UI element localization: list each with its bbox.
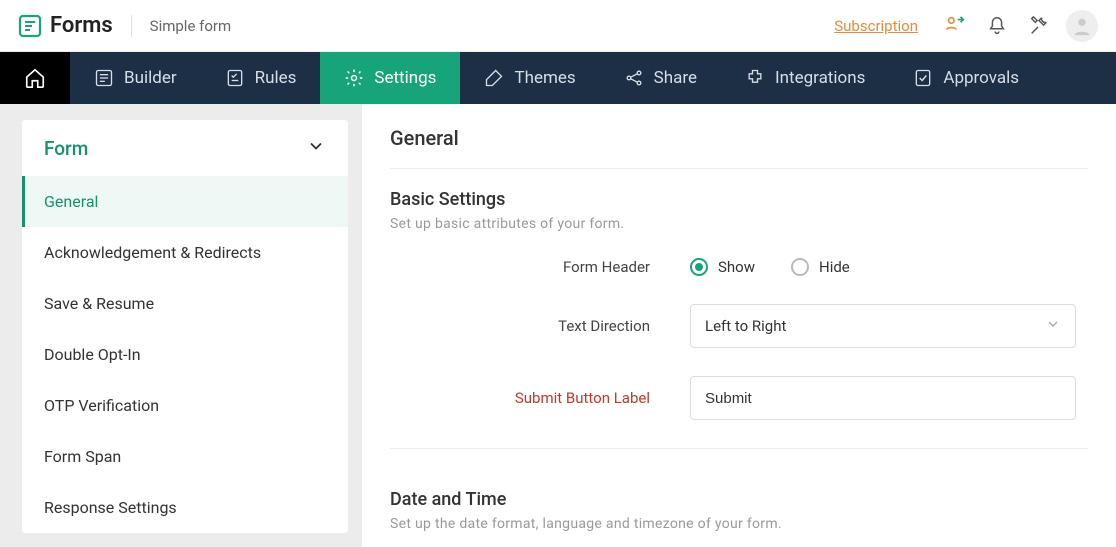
chevron-down-icon bbox=[1045, 316, 1061, 336]
themes-icon bbox=[484, 68, 504, 88]
rules-icon bbox=[225, 68, 245, 88]
nav-tab-label: Integrations bbox=[775, 68, 865, 88]
sidebar-item-label: Response Settings bbox=[44, 498, 177, 517]
sidebar-item-label: Acknowledgement & Redirects bbox=[44, 243, 261, 262]
tools-icon[interactable] bbox=[1018, 5, 1060, 47]
nav-tab-integrations[interactable]: Integrations bbox=[721, 52, 889, 104]
sidebar-item-label: Form Span bbox=[44, 447, 121, 466]
form-header-radio-group: Show Hide bbox=[690, 258, 1088, 276]
nav-tab-label: Share bbox=[654, 68, 697, 88]
radio-form-header-show[interactable]: Show bbox=[690, 258, 755, 276]
nav-tab-label: Approvals bbox=[943, 68, 1019, 88]
share-icon bbox=[624, 68, 644, 88]
brand-name: Forms bbox=[50, 13, 113, 38]
nav-home[interactable] bbox=[0, 52, 70, 104]
builder-icon bbox=[94, 68, 114, 88]
sidebar-item-double-optin[interactable]: Double Opt-In bbox=[22, 329, 348, 380]
nav-tab-approvals[interactable]: Approvals bbox=[889, 52, 1043, 104]
nav-tab-settings[interactable]: Settings bbox=[320, 52, 460, 104]
radio-form-header-hide[interactable]: Hide bbox=[791, 258, 850, 276]
avatar[interactable] bbox=[1066, 10, 1098, 42]
nav-tab-themes[interactable]: Themes bbox=[460, 52, 599, 104]
nav-tab-label: Settings bbox=[374, 68, 436, 88]
sidebar-item-label: OTP Verification bbox=[44, 396, 159, 415]
label-text-direction: Text Direction bbox=[390, 317, 690, 335]
approvals-icon bbox=[913, 68, 933, 88]
sidebar-item-save-resume[interactable]: Save & Resume bbox=[22, 278, 348, 329]
sidebar-item-acknowledgement-redirects[interactable]: Acknowledgement & Redirects bbox=[22, 227, 348, 278]
select-value: Left to Right bbox=[705, 317, 786, 335]
section-title-datetime: Date and Time bbox=[390, 489, 1088, 510]
radio-label: Hide bbox=[819, 258, 850, 276]
breadcrumb-form-name[interactable]: Simple form bbox=[150, 17, 231, 35]
sidebar-item-otp-verification[interactable]: OTP Verification bbox=[22, 380, 348, 431]
section-subtitle-basic: Set up basic attributes of your form. bbox=[390, 216, 1088, 232]
chevron-down-icon bbox=[306, 136, 326, 160]
nav-tab-label: Builder bbox=[124, 68, 177, 88]
divider bbox=[131, 15, 132, 37]
sidebar-item-label: Save & Resume bbox=[44, 294, 154, 313]
brand[interactable]: Forms bbox=[18, 13, 113, 38]
label-submit-button-label: Submit Button Label bbox=[390, 389, 690, 407]
integrations-icon bbox=[745, 68, 765, 88]
label-form-header: Form Header bbox=[390, 258, 690, 276]
page-title: General bbox=[390, 126, 1088, 169]
nav-tab-share[interactable]: Share bbox=[600, 52, 721, 104]
select-text-direction[interactable]: Left to Right bbox=[690, 304, 1076, 348]
sidebar-item-response-settings[interactable]: Response Settings bbox=[22, 482, 348, 533]
nav-tab-rules[interactable]: Rules bbox=[201, 52, 321, 104]
radio-label: Show bbox=[718, 258, 755, 276]
sidebar-item-form-span[interactable]: Form Span bbox=[22, 431, 348, 482]
sidebar-header-title: Form bbox=[44, 137, 88, 160]
sidebar-item-label: Double Opt-In bbox=[44, 345, 141, 364]
sidebar-section-form[interactable]: Form bbox=[22, 120, 348, 176]
subscription-link[interactable]: Subscription bbox=[834, 17, 918, 35]
sidebar-item-label: General bbox=[44, 192, 98, 211]
user-switch-icon[interactable] bbox=[934, 5, 976, 47]
section-title-basic: Basic Settings bbox=[390, 189, 1088, 210]
settings-icon bbox=[344, 68, 364, 88]
bell-icon[interactable] bbox=[976, 5, 1018, 47]
forms-logo-icon bbox=[18, 14, 42, 38]
section-subtitle-datetime: Set up the date format, language and tim… bbox=[390, 516, 1088, 532]
main-nav: Builder Rules Settings Themes Share Inte… bbox=[0, 52, 1116, 104]
nav-tab-label: Themes bbox=[514, 68, 575, 88]
input-submit-button-label[interactable] bbox=[690, 376, 1076, 420]
nav-tab-builder[interactable]: Builder bbox=[70, 52, 201, 104]
sidebar-item-general[interactable]: General bbox=[22, 176, 348, 227]
nav-tab-label: Rules bbox=[255, 68, 297, 88]
